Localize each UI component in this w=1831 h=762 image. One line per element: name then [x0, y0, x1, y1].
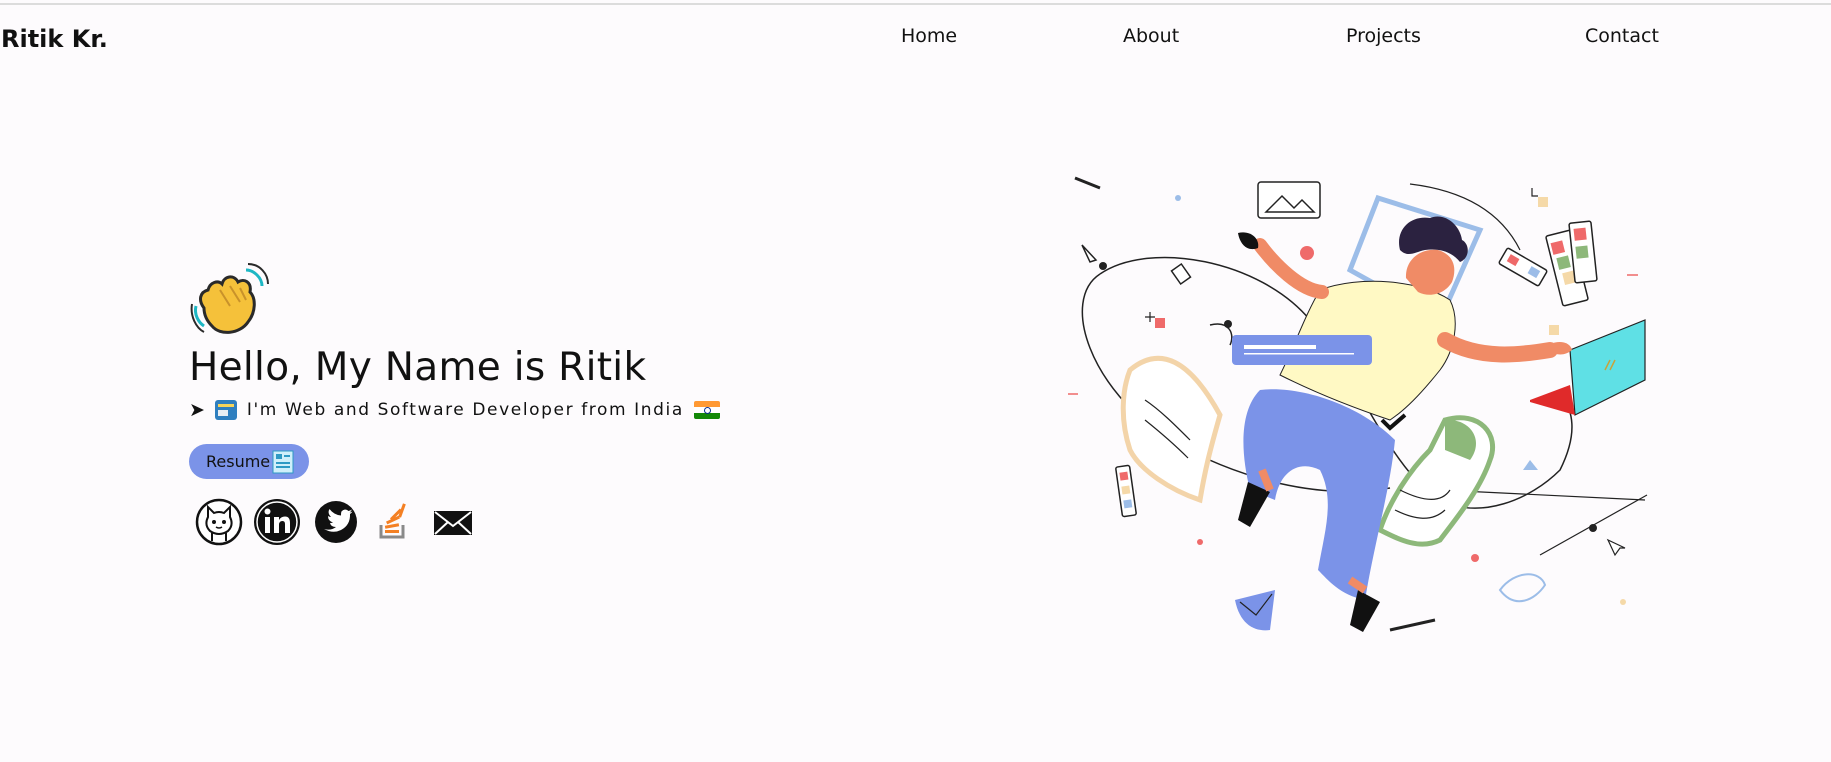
developer-icon — [214, 400, 237, 420]
twitter-icon[interactable] — [311, 497, 361, 547]
hero-greeting: Hello, My Name is Ritik — [189, 345, 647, 390]
stackoverflow-icon[interactable] — [369, 497, 419, 547]
top-divider — [0, 3, 1831, 5]
nav-contact[interactable]: Contact — [1585, 25, 1659, 47]
nav-home[interactable]: Home — [901, 25, 957, 47]
developer-illustration — [1068, 176, 1648, 632]
brand-logo[interactable]: Ritik Kr. — [1, 25, 108, 53]
hero-tagline: I'm Web and Software Developer from Indi… — [246, 400, 684, 420]
linkedin-icon[interactable] — [252, 497, 302, 547]
resume-label: Resume — [206, 452, 271, 471]
nav-projects[interactable]: Projects — [1346, 25, 1421, 47]
waving-hand-icon — [190, 263, 269, 334]
document-icon — [272, 450, 294, 473]
nav-about[interactable]: About — [1123, 25, 1179, 47]
india-flag-icon — [693, 401, 720, 419]
hero-tagline-row: ➤ I'm Web and Software Developer from In… — [189, 399, 720, 421]
resume-button[interactable]: Resume — [189, 444, 309, 479]
email-icon[interactable] — [428, 497, 478, 547]
arrow-icon: ➤ — [189, 399, 205, 421]
github-icon[interactable] — [194, 497, 244, 547]
